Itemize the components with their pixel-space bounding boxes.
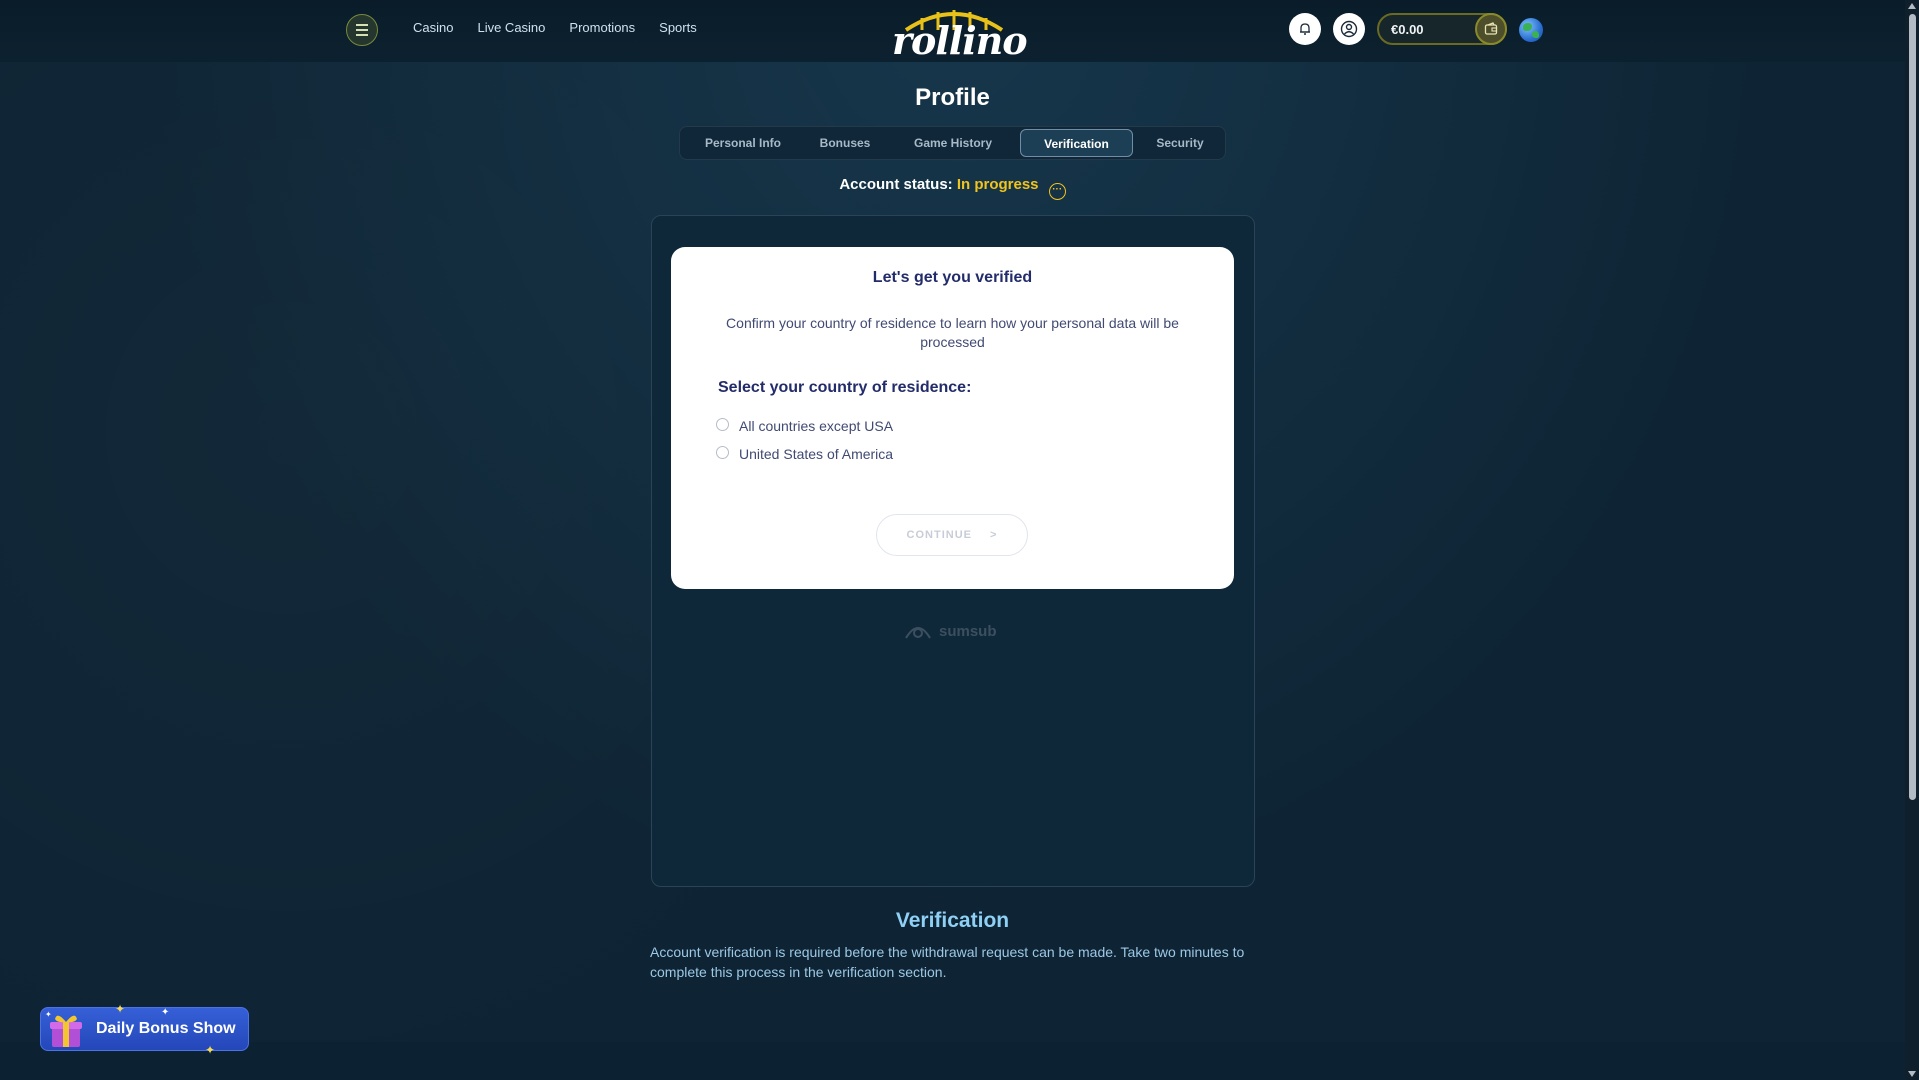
user-icon [1340,20,1358,38]
page-title: Profile [915,84,990,111]
wallet-icon [1484,22,1498,35]
verification-heading: Verification [895,909,1010,932]
provider-logo: sumsub [903,620,997,642]
top-header: Casino Live Casino Promotions Sports rol… [0,0,1905,63]
status-label: Account status: [839,176,953,193]
menu-button[interactable] [346,14,378,46]
scroll-thumb[interactable] [1909,14,1916,800]
status-value: In progress [956,176,1039,193]
chevron-right-icon: > [990,529,998,541]
nav-sports[interactable]: Sports [659,20,697,35]
daily-bonus-button[interactable]: Daily Bonus Show ✦ ✦ ✦ ✦ [40,1002,249,1057]
menu-icon [356,23,368,38]
sparkle-icon: ✦ [205,1043,216,1057]
radio-button[interactable] [716,417,729,431]
card-description: Confirm your country of residence to lea… [726,315,1179,350]
verification-card: Let's get you verified Confirm your coun… [671,247,1234,589]
bell-icon [1300,23,1310,35]
nav-casino[interactable]: Casino [413,20,453,35]
option-label: All countries except USA [739,418,894,434]
main-nav: Casino Live Casino Promotions Sports [413,20,697,35]
nav-promotions[interactable]: Promotions [569,20,635,35]
sparkle-icon: ✦ [45,1010,52,1019]
page-scrollbar[interactable] [1905,0,1919,1080]
tab-verification[interactable]: Verification [1020,129,1133,157]
balance-amount: €0.00 [1391,22,1424,37]
sparkle-icon: ✦ [115,1002,126,1016]
tab-security[interactable]: Security [1141,129,1219,157]
sumsub-icon [905,627,931,639]
logo-text: rollino [892,18,1028,63]
daily-bonus-label: Daily Bonus Show [96,1020,236,1037]
option-usa[interactable]: United States of America [716,445,894,462]
scroll-down-icon[interactable] [1908,1071,1916,1077]
footer-strip [0,1042,1905,1080]
balance-widget[interactable]: €0.00 [1377,13,1507,45]
nav-live-casino[interactable]: Live Casino [477,20,545,35]
account-status: Account status: In progress ··· [0,176,1905,200]
tab-personal-info[interactable]: Personal Info [690,129,796,157]
country-select-label: Select your country of residence: [718,379,972,396]
deposit-button[interactable] [1475,13,1507,45]
sparkle-icon: ✦ [161,1007,170,1018]
option-all-except-usa[interactable]: All countries except USA [716,417,894,434]
tab-game-history[interactable]: Game History [894,129,1012,157]
provider-name: sumsub [939,622,997,640]
verification-description: Account verification is required before … [650,944,1245,980]
globe-icon[interactable] [1519,18,1543,42]
tab-bonuses[interactable]: Bonuses [804,129,886,157]
scroll-up-icon[interactable] [1908,3,1916,9]
option-label: United States of America [739,446,894,462]
site-logo[interactable]: rollino [892,4,1028,63]
in-progress-icon: ··· [1048,183,1066,200]
continue-button[interactable]: CONTINUE > [876,514,1028,556]
continue-label: CONTINUE [906,529,972,541]
gift-icon [50,1015,82,1047]
radio-button[interactable] [716,445,729,459]
profile-tabs: Personal Info Bonuses Game History Verif… [679,126,1226,160]
card-title: Let's get you verified [872,269,1033,286]
account-button[interactable] [1333,13,1365,45]
notifications-button[interactable] [1289,13,1321,45]
